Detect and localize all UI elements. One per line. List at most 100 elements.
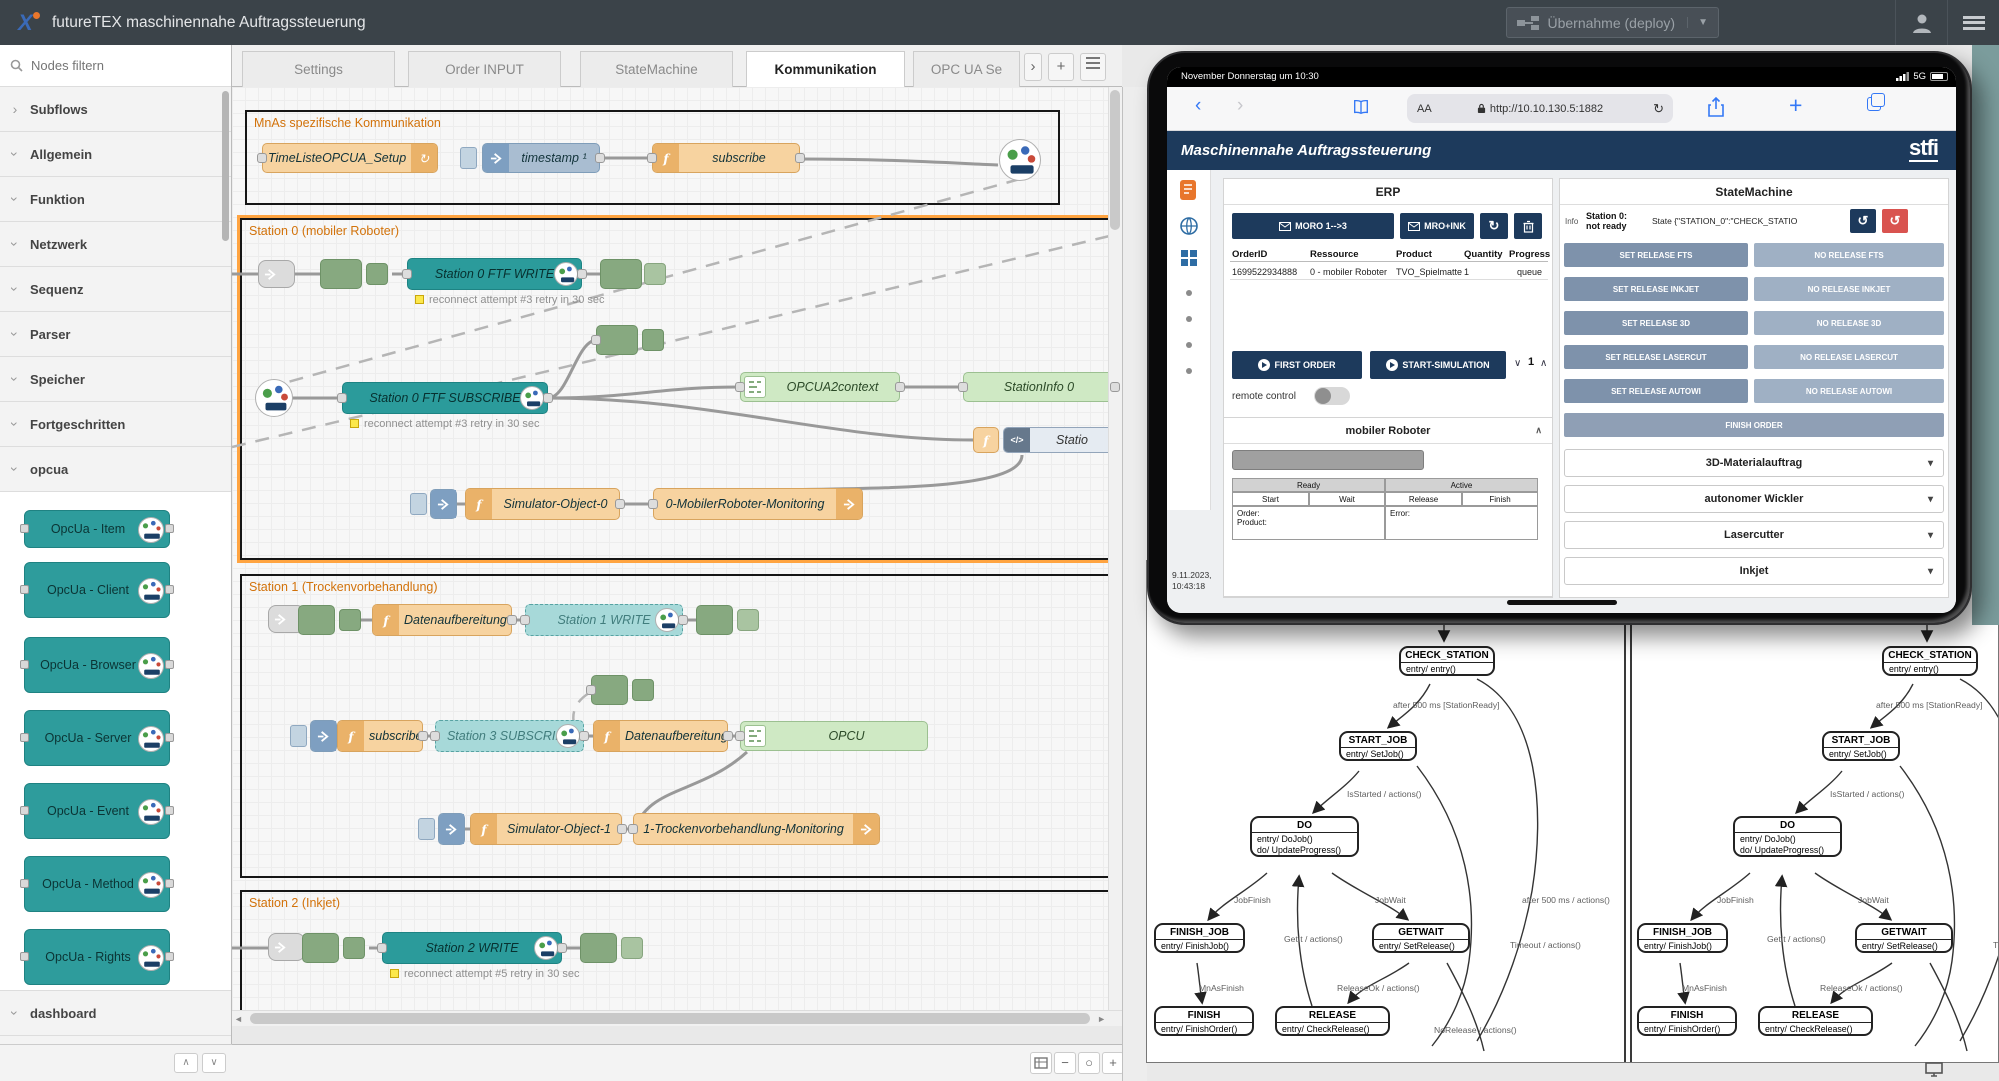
zoom-out-button[interactable]: −: [1054, 1052, 1076, 1074]
user-menu-button[interactable]: [1895, 0, 1947, 45]
palette-scrollbar[interactable]: [222, 91, 229, 241]
node-timestamp[interactable]: timestamp ¹: [482, 143, 600, 173]
node-subscribe-mnas[interactable]: fsubscribe: [652, 143, 800, 173]
node-green-button[interactable]: [737, 609, 759, 631]
no-release-autowi-button[interactable]: NO RELEASE AUTOWI: [1754, 379, 1944, 403]
remote-control-toggle[interactable]: [1314, 387, 1350, 405]
palette-category-netzwerk[interactable]: ›Netzwerk: [0, 222, 231, 267]
reload-button[interactable]: ↻: [1653, 101, 1664, 117]
node-station1-write-disabled[interactable]: Station 1 WRITE: [525, 604, 683, 636]
redo-button[interactable]: ↺: [1882, 209, 1908, 233]
grid-tab-icon[interactable]: [1179, 248, 1199, 268]
set-release-fts-button[interactable]: SET RELEASE FTS: [1564, 243, 1748, 267]
node-station0-ftf-write[interactable]: Station 0 FTF WRITE: [407, 258, 582, 290]
inject-button[interactable]: [290, 725, 307, 747]
no-release-inkjet-button[interactable]: NO RELEASE INKJET: [1754, 277, 1944, 301]
palette-category-subflows[interactable]: ›Subflows: [0, 87, 231, 132]
back-button[interactable]: ‹: [1195, 95, 1201, 117]
palette-category-funktion[interactable]: ›Funktion: [0, 177, 231, 222]
bookmarks-icon[interactable]: [1352, 98, 1370, 116]
zoom-in-button[interactable]: +: [1102, 1052, 1124, 1074]
address-bar[interactable]: AA http://10.10.130.5:1882 ↻: [1407, 94, 1673, 123]
dropdown-lasercutter[interactable]: Lasercutter▾: [1564, 521, 1944, 549]
node-green-filter[interactable]: [696, 605, 733, 635]
no-release-lasercut-button[interactable]: NO RELEASE LASERCUT: [1754, 345, 1944, 369]
palette-category-speicher[interactable]: ›Speicher: [0, 357, 231, 402]
node-template-statio[interactable]: </>Statio: [1003, 427, 1115, 453]
flow-list-button[interactable]: [1080, 53, 1106, 81]
node-green-filter[interactable]: [302, 933, 339, 963]
forward-button[interactable]: ›: [1237, 95, 1243, 117]
palette-category-allgemein[interactable]: ›Allgemein: [0, 132, 231, 177]
finish-order-button[interactable]: FINISH ORDER: [1564, 413, 1944, 437]
palette-node-opcua-browser[interactable]: OpcUa - Browser: [24, 637, 170, 693]
node-green-filter[interactable]: [580, 933, 617, 963]
node-opcua2context-cut[interactable]: OPCU: [740, 721, 928, 751]
home-indicator[interactable]: [1507, 600, 1617, 605]
zoom-reset-button[interactable]: ○: [1078, 1052, 1100, 1074]
node-datenaufbereitung-1[interactable]: fDatenaufbereitung: [372, 604, 512, 636]
refresh-button[interactable]: ↻: [1480, 213, 1508, 239]
tabs-icon[interactable]: [1867, 97, 1881, 111]
delete-button[interactable]: [1514, 213, 1542, 239]
presentation-icon[interactable]: [1925, 1062, 1943, 1078]
expand-all-button[interactable]: ∨: [202, 1053, 226, 1073]
node-mobilerroboter-monitoring[interactable]: 0-MobilerRoboter-Monitoring: [653, 488, 863, 520]
node-green-filter[interactable]: [596, 325, 638, 355]
set-release-lasercut-button[interactable]: SET RELEASE LASERCUT: [1564, 345, 1748, 369]
globe-tab-icon[interactable]: [1179, 216, 1199, 236]
palette-search[interactable]: [0, 45, 231, 87]
node-subscribe-fn[interactable]: fsubscribe: [337, 720, 423, 752]
palette-node-opcua-rights[interactable]: OpcUa - Rights: [24, 929, 170, 985]
node-link-in[interactable]: [258, 260, 295, 288]
count-down-button[interactable]: ∨: [1514, 358, 1521, 369]
orders-tab-icon[interactable]: [1177, 178, 1201, 204]
dropdown-autonomer-wickler[interactable]: autonomer Wickler▾: [1564, 485, 1944, 513]
palette-node-opcua-method[interactable]: OpcUa - Method: [24, 856, 170, 912]
node-station0-ftf-subscribe[interactable]: Station 0 FTF SUBSCRIBE: [342, 382, 548, 414]
reader-aa[interactable]: AA: [1417, 103, 1432, 115]
node-datenaufbereitung-2[interactable]: fDatenaufbereitung: [593, 720, 728, 752]
inject-button[interactable]: [418, 818, 435, 840]
node-station3-subscribe-disabled[interactable]: Station 3 SUBSCRIBE: [435, 720, 584, 752]
tab-statemachine[interactable]: StateMachine: [580, 51, 733, 87]
mro-ink-button[interactable]: MRO+INK: [1400, 213, 1474, 239]
tab-order-input[interactable]: Order INPUT: [408, 51, 561, 87]
add-flow-button[interactable]: +: [1048, 53, 1074, 81]
node-opcua-item-circle[interactable]: [999, 139, 1041, 181]
palette-category-dashboard[interactable]: ›dashboard: [0, 991, 231, 1036]
inject-button[interactable]: [460, 147, 477, 169]
dropdown-3d-materialauftrag[interactable]: 3D-Materialauftrag▾: [1564, 449, 1944, 477]
palette-node-opcua-server[interactable]: OpcUa - Server: [24, 710, 170, 766]
node-green-button[interactable]: [339, 609, 361, 631]
node-green-button[interactable]: [644, 263, 666, 285]
moro-button[interactable]: MORO 1-->3: [1232, 213, 1394, 239]
tab-kommunikation[interactable]: Kommunikation: [746, 51, 905, 87]
tab-scroll-right-button[interactable]: ›: [1024, 53, 1042, 81]
collapse-all-button[interactable]: ∧: [174, 1053, 198, 1073]
start-simulation-button[interactable]: START-SIMULATION: [1370, 351, 1506, 379]
palette-category-fortgeschritten[interactable]: ›Fortgeschritten: [0, 402, 231, 447]
collapse-icon[interactable]: ∧: [1535, 425, 1542, 436]
h-scroll-left-arrow[interactable]: ◄: [234, 1014, 243, 1024]
node-green-button[interactable]: [343, 937, 365, 959]
tab-settings[interactable]: Settings: [242, 51, 395, 87]
node-green-button[interactable]: [632, 679, 654, 701]
set-release-inkjet-button[interactable]: SET RELEASE INKJET: [1564, 277, 1748, 301]
no-release-fts-button[interactable]: NO RELEASE FTS: [1754, 243, 1944, 267]
set-release-autowi-button[interactable]: SET RELEASE AUTOWI: [1564, 379, 1748, 403]
node-stationinfo0[interactable]: StationInfo 0: [963, 372, 1115, 402]
node-green-button[interactable]: [621, 937, 643, 959]
flow-canvas[interactable]: MnAs spezifische Kommunikation Station 0…: [232, 87, 1122, 1026]
h-scroll-right-arrow[interactable]: ►: [1097, 1014, 1106, 1024]
node-inject[interactable]: [438, 813, 465, 845]
v-scroll-thumb[interactable]: [1110, 90, 1120, 230]
node-simulator-object-1[interactable]: fSimulator-Object-1: [470, 813, 622, 845]
tab-opcua-server[interactable]: OPC UA Se: [913, 51, 1020, 87]
node-opcua2context[interactable]: OPCUA2context: [740, 372, 900, 402]
node-trockenvorbehandlung-monitoring[interactable]: 1-Trockenvorbehandlung-Monitoring: [633, 813, 880, 845]
no-release-3d-button[interactable]: NO RELEASE 3D: [1754, 311, 1944, 335]
node-green-button[interactable]: [366, 263, 388, 285]
new-tab-button[interactable]: +: [1789, 92, 1802, 119]
node-link-in[interactable]: [268, 933, 305, 961]
